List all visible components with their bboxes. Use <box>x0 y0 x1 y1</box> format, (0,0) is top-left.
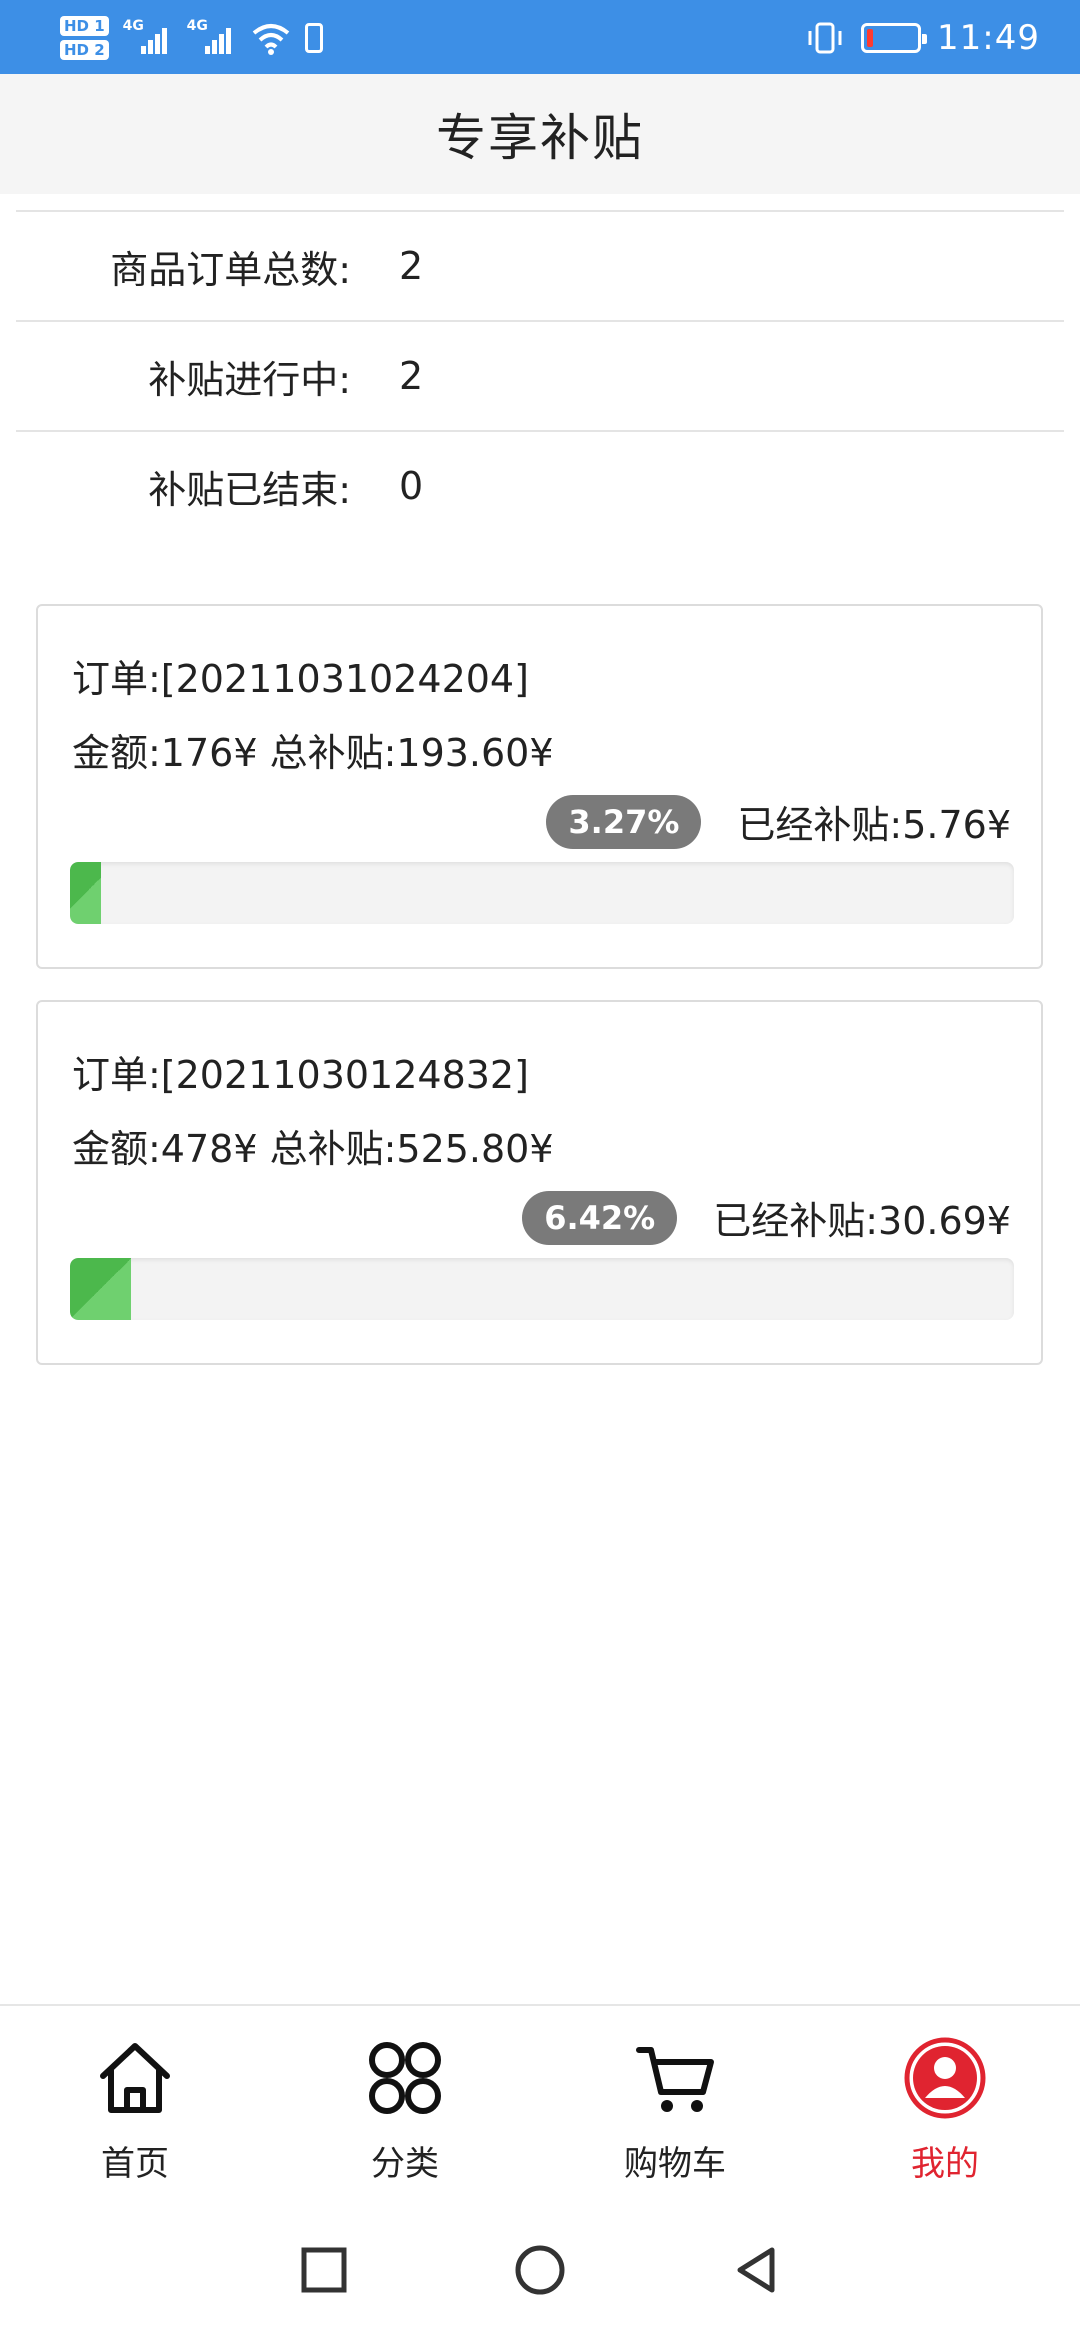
back-icon[interactable] <box>728 2242 784 2298</box>
hd1-badge: HD 1 <box>60 16 109 36</box>
summary-label: 补贴进行中: <box>148 357 351 402</box>
category-icon <box>369 2042 441 2114</box>
summary-label: 商品订单总数: <box>110 247 351 292</box>
nav-item-home[interactable]: 首页 <box>0 2006 270 2200</box>
signal-2-icon: 4G <box>187 18 237 58</box>
subsidized-amount: 已经补贴:5.76¥ <box>737 803 1011 847</box>
nav-label: 分类 <box>371 2144 439 2184</box>
page-header: 专享补贴 <box>0 74 1080 194</box>
page-title: 专享补贴 <box>436 109 644 167</box>
progress-bar <box>70 1258 1014 1320</box>
order-card[interactable]: 订单:[20211031024204] 金额:176¥ 总补贴:193.60¥ … <box>36 604 1043 969</box>
nav-item-profile[interactable]: 我的 <box>810 2006 1080 2200</box>
battery-icon <box>861 23 928 53</box>
progress-percent-badge: 3.27% <box>546 794 702 849</box>
profile-icon <box>904 2037 986 2119</box>
summary-label: 补贴已结束: <box>148 467 351 512</box>
order-card[interactable]: 订单:[20211030124832] 金额:478¥ 总补贴:525.80¥ … <box>36 1000 1043 1365</box>
summary-row-ended: 补贴已结束: 0 <box>16 430 1064 540</box>
subsidized-amount: 已经补贴:30.69¥ <box>713 1199 1011 1243</box>
progress-percent-badge: 6.42% <box>522 1190 678 1245</box>
order-progress-info: 6.42% 已经补贴:30.69¥ <box>522 1190 1011 1245</box>
hd2-badge: HD 2 <box>60 40 109 60</box>
small-battery-icon <box>304 23 323 53</box>
order-amount: 金额:478¥ 总补贴:525.80¥ <box>72 1127 554 1171</box>
summary-row-in-progress: 补贴进行中: 2 <box>16 320 1064 430</box>
bottom-nav: 首页 分类 购物车 我的 <box>0 2004 1080 2200</box>
network-2-label: 4G <box>186 18 208 34</box>
vibrate-icon <box>808 22 842 54</box>
network-1-label: 4G <box>122 18 144 34</box>
order-amount: 金额:176¥ 总补贴:193.60¥ <box>72 731 554 775</box>
progress-bar-fill <box>70 1258 131 1320</box>
status-right: 11:49 <box>805 8 1040 68</box>
order-number: 订单:[20211031024204] <box>72 657 529 701</box>
summary-value: 2 <box>399 244 424 288</box>
status-left: HD 1 HD 2 4G 4G <box>60 8 323 68</box>
recent-apps-icon[interactable] <box>296 2242 352 2298</box>
clock: 11:49 <box>937 18 1040 58</box>
wifi-icon <box>252 24 289 55</box>
nav-label: 我的 <box>911 2144 979 2184</box>
order-progress-info: 3.27% 已经补贴:5.76¥ <box>546 794 1011 849</box>
nav-item-category[interactable]: 分类 <box>270 2006 540 2200</box>
progress-bar-fill <box>70 862 101 924</box>
summary-value: 2 <box>399 354 424 398</box>
order-number: 订单:[20211030124832] <box>72 1053 529 1097</box>
signal-1-icon: 4G <box>123 18 173 58</box>
summary-row-total: 商品订单总数: 2 <box>16 210 1064 320</box>
progress-bar <box>70 862 1014 924</box>
home-icon <box>100 2043 170 2113</box>
summary-value: 0 <box>399 464 424 508</box>
home-button-icon[interactable] <box>512 2242 568 2298</box>
summary-list: 商品订单总数: 2 补贴进行中: 2 补贴已结束: 0 <box>16 210 1064 540</box>
status-bar: HD 1 HD 2 4G 4G 11:49 <box>0 0 1080 74</box>
nav-label: 首页 <box>101 2144 169 2184</box>
system-nav-bar <box>0 2200 1080 2340</box>
nav-label: 购物车 <box>624 2144 726 2184</box>
cart-icon <box>636 2047 714 2112</box>
hd-indicators: HD 1 HD 2 <box>60 16 109 60</box>
nav-item-cart[interactable]: 购物车 <box>540 2006 810 2200</box>
